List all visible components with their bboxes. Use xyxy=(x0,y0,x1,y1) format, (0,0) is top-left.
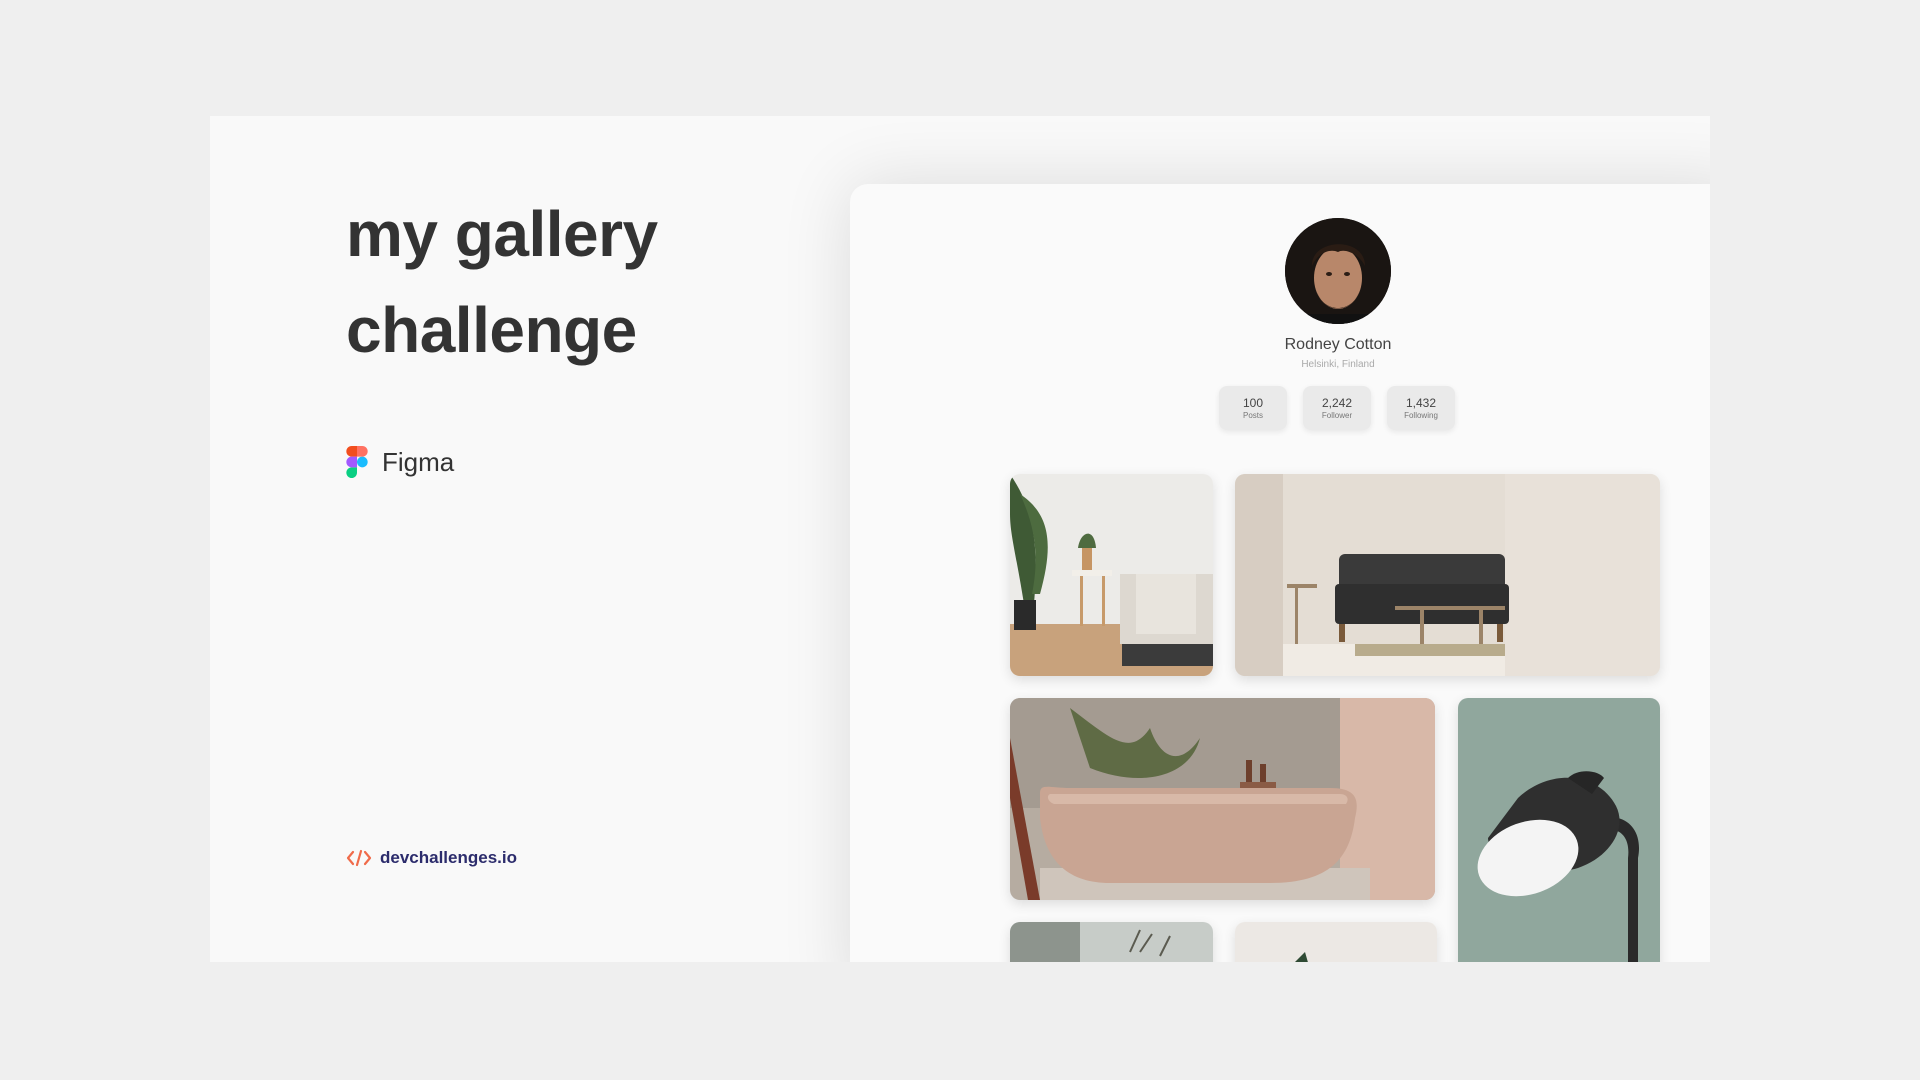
code-brackets-icon xyxy=(346,849,372,867)
title-line-1: my gallery xyxy=(346,198,658,270)
lamp-photo[interactable] xyxy=(1458,698,1660,962)
stat-label: Posts xyxy=(1242,410,1263,420)
avatar xyxy=(1285,218,1391,324)
stat-followers[interactable]: 2,242 Follower xyxy=(1303,386,1371,430)
bathtub-image xyxy=(1010,698,1435,900)
tool-badge: Figma xyxy=(346,446,454,478)
plants-image xyxy=(1010,922,1213,962)
decor-photo[interactable] xyxy=(1235,922,1437,962)
stat-label: Follower xyxy=(1321,410,1353,420)
stat-value: 2,242 xyxy=(1321,395,1353,410)
gallery-preview: Rodney Cotton Helsinki, Finland 100 Post… xyxy=(850,184,1710,962)
profile-stats: 100 Posts 2,242 Follower 1,432 Following xyxy=(1219,386,1455,430)
brand-label: devchallenges.io xyxy=(380,848,517,867)
stat-value: 100 xyxy=(1242,395,1264,410)
bathtub-photo[interactable] xyxy=(1010,698,1435,900)
figma-icon xyxy=(346,446,368,478)
profile-name: Rodney Cotton xyxy=(1284,336,1392,353)
decor-image xyxy=(1235,922,1437,962)
living-room-image xyxy=(1235,474,1660,676)
stat-value: 1,432 xyxy=(1405,395,1437,410)
stat-following[interactable]: 1,432 Following xyxy=(1387,386,1455,430)
page-title: my gallery challenge xyxy=(346,186,866,378)
title-line-2: challenge xyxy=(346,294,637,366)
brand-link[interactable]: devchallenges.io xyxy=(346,848,517,868)
lamp-image xyxy=(1458,698,1660,962)
avatar-photo xyxy=(1285,218,1391,324)
living-room-sofa-photo[interactable] xyxy=(1235,474,1660,676)
presentation-card: my gallery challenge Figma devchallenges… xyxy=(210,116,1710,962)
bedroom-photo[interactable] xyxy=(1010,474,1213,676)
bedroom-image xyxy=(1010,474,1213,676)
stat-posts[interactable]: 100 Posts xyxy=(1219,386,1287,430)
plants-photo[interactable] xyxy=(1010,922,1213,962)
profile-location: Helsinki, Finland xyxy=(1301,359,1375,370)
stat-label: Following xyxy=(1404,410,1438,420)
tool-label: Figma xyxy=(382,446,455,477)
